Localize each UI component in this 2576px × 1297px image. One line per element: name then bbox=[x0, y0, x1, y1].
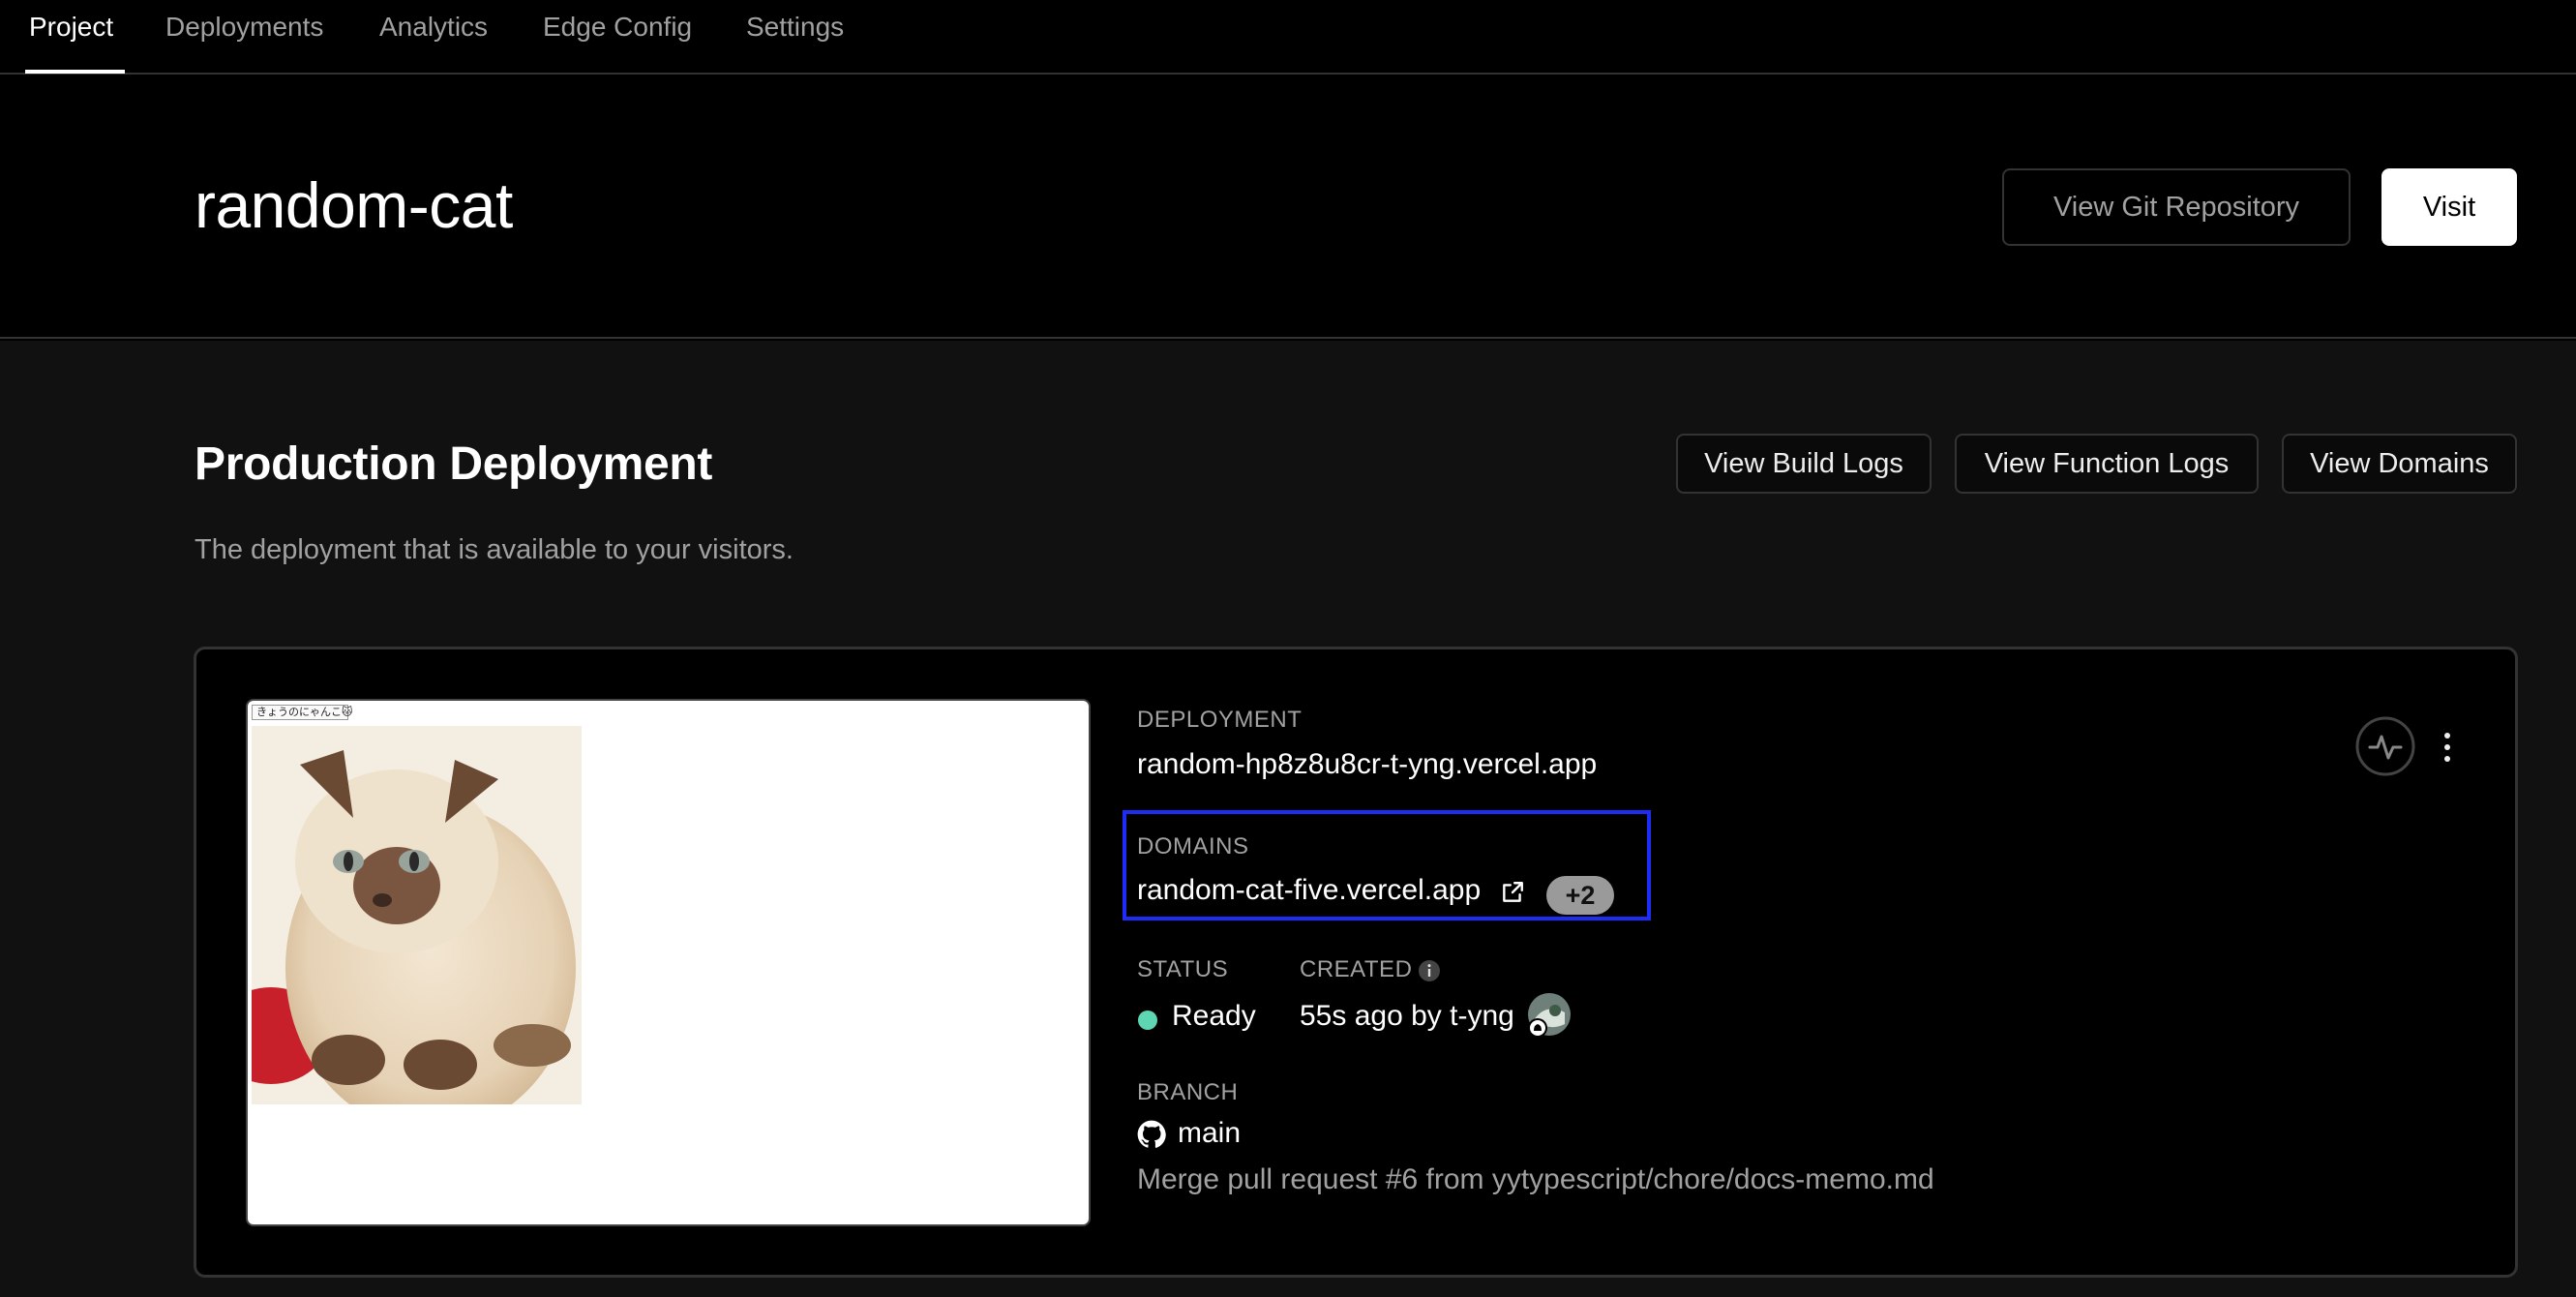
created-label: CREATED bbox=[1300, 956, 1413, 982]
status-dot bbox=[1138, 1010, 1157, 1030]
preview-tag: きょうのにゃんこ🐱 bbox=[252, 705, 352, 720]
tab-analytics[interactable]: Analytics bbox=[379, 12, 488, 43]
top-nav: Project Deployments Analytics Edge Confi… bbox=[0, 0, 2576, 75]
commit-message[interactable]: Merge pull request #6 from yytypescript/… bbox=[1137, 1163, 1934, 1196]
external-link-icon[interactable] bbox=[1500, 880, 1525, 905]
tab-project[interactable]: Project bbox=[29, 12, 113, 43]
github-icon bbox=[1137, 1120, 1166, 1148]
view-function-logs-button[interactable]: View Function Logs bbox=[1955, 434, 2259, 494]
deployment-label: DEPLOYMENT bbox=[1137, 707, 1303, 733]
status-value: Ready bbox=[1172, 1000, 1256, 1032]
extra-domains-badge[interactable]: +2 bbox=[1546, 876, 1614, 915]
visit-button[interactable]: Visit bbox=[2381, 168, 2517, 246]
domain-link[interactable]: random-cat-five.vercel.app bbox=[1137, 874, 1481, 907]
section-title: Production Deployment bbox=[195, 438, 713, 490]
deployment-card: きょうのにゃんこ🐱 DEPLOYMENT random-hp8z8u8cr-t-… bbox=[194, 647, 2518, 1278]
more-vertical-icon[interactable] bbox=[2440, 730, 2455, 765]
tab-deployments[interactable]: Deployments bbox=[165, 12, 323, 43]
branch-value[interactable]: main bbox=[1178, 1117, 1241, 1150]
deployment-preview[interactable]: きょうのにゃんこ🐱 bbox=[246, 699, 1091, 1226]
avatar[interactable] bbox=[1526, 991, 1573, 1038]
page-title: random-cat bbox=[195, 169, 513, 241]
created-value: 55s ago by t-yng bbox=[1300, 1000, 1514, 1032]
production-section: Production Deployment The deployment tha… bbox=[0, 341, 2576, 1297]
active-tab-indicator bbox=[25, 70, 125, 74]
deployment-url[interactable]: random-hp8z8u8cr-t-yng.vercel.app bbox=[1137, 748, 1597, 781]
view-git-repository-button[interactable]: View Git Repository bbox=[2002, 168, 2351, 246]
tab-settings[interactable]: Settings bbox=[746, 12, 844, 43]
info-icon[interactable] bbox=[1418, 959, 1441, 982]
activity-icon[interactable] bbox=[2354, 715, 2416, 777]
project-header: random-cat View Git Repository Visit bbox=[0, 75, 2576, 339]
view-build-logs-button[interactable]: View Build Logs bbox=[1676, 434, 1932, 494]
status-label: STATUS bbox=[1137, 956, 1229, 982]
cat-image bbox=[252, 726, 582, 1104]
branch-label: BRANCH bbox=[1137, 1079, 1239, 1105]
section-subtitle: The deployment that is available to your… bbox=[195, 534, 794, 565]
view-domains-button[interactable]: View Domains bbox=[2282, 434, 2517, 494]
domains-label: DOMAINS bbox=[1137, 833, 1249, 860]
tab-edge-config[interactable]: Edge Config bbox=[543, 12, 692, 43]
